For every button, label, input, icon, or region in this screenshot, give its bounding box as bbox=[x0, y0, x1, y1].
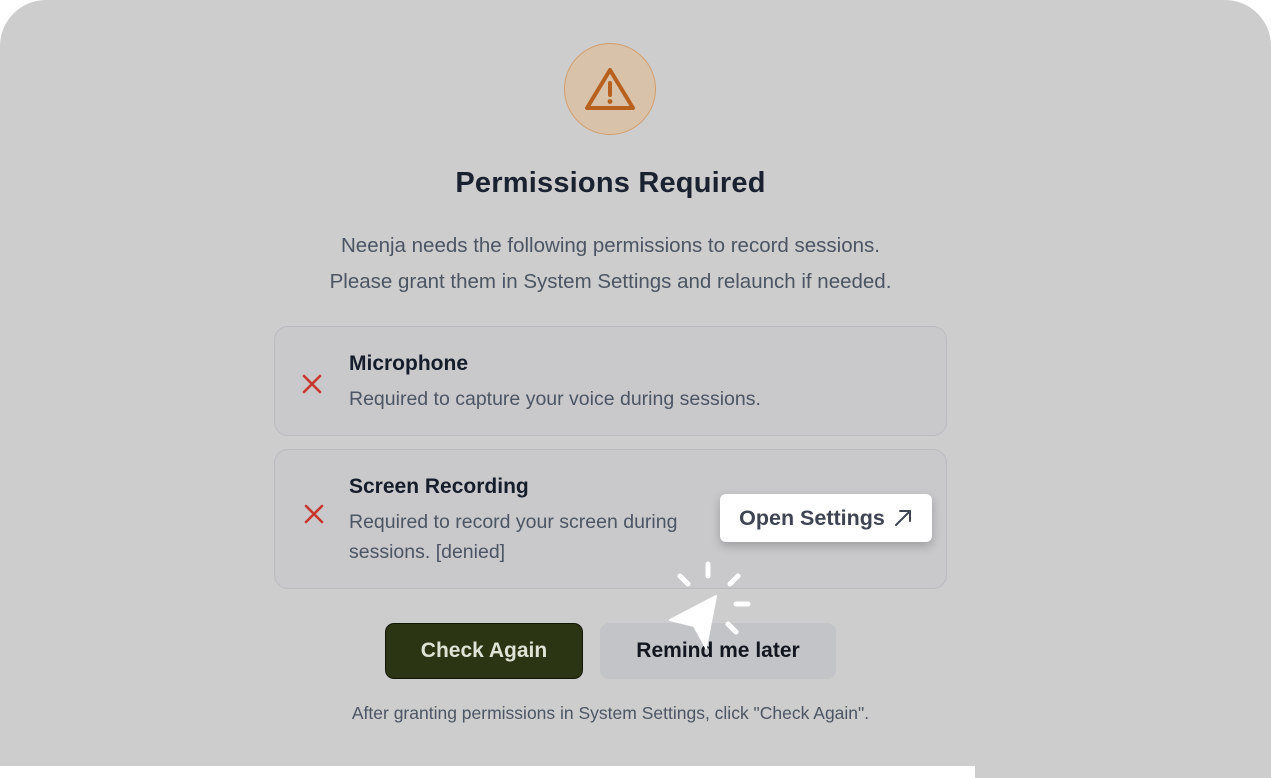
warning-badge bbox=[564, 43, 656, 135]
check-again-button[interactable]: Check Again bbox=[385, 623, 583, 679]
external-arrow-icon bbox=[894, 510, 911, 526]
permission-description-line-1: Required to record your screen during bbox=[349, 511, 678, 533]
page-title: Permissions Required bbox=[455, 167, 766, 199]
open-settings-button[interactable]: Open Settings bbox=[720, 494, 932, 542]
permission-card-microphone: Microphone Required to capture your voic… bbox=[274, 326, 947, 436]
permission-title: Screen Recording bbox=[349, 475, 529, 498]
remind-me-later-button[interactable]: Remind me later bbox=[600, 623, 836, 679]
hint-text: After granting permissions in System Set… bbox=[351, 703, 870, 723]
permissions-window: Permissions Required Neenja needs the fo… bbox=[0, 0, 1271, 766]
open-settings-label: Open Settings bbox=[739, 505, 885, 530]
permission-description: Required to capture your voice during se… bbox=[349, 388, 761, 410]
subtitle-line-2: Please grant them in System Settings and… bbox=[329, 270, 892, 293]
warning-triangle-icon bbox=[585, 68, 635, 110]
cross-icon bbox=[302, 374, 322, 394]
cross-icon bbox=[304, 504, 324, 524]
window-bottom-edge bbox=[975, 766, 1271, 778]
permission-title: Microphone bbox=[349, 352, 468, 375]
permission-description-line-2: sessions. [denied] bbox=[349, 541, 506, 563]
subtitle-line-1: Neenja needs the following permissions t… bbox=[341, 234, 880, 257]
